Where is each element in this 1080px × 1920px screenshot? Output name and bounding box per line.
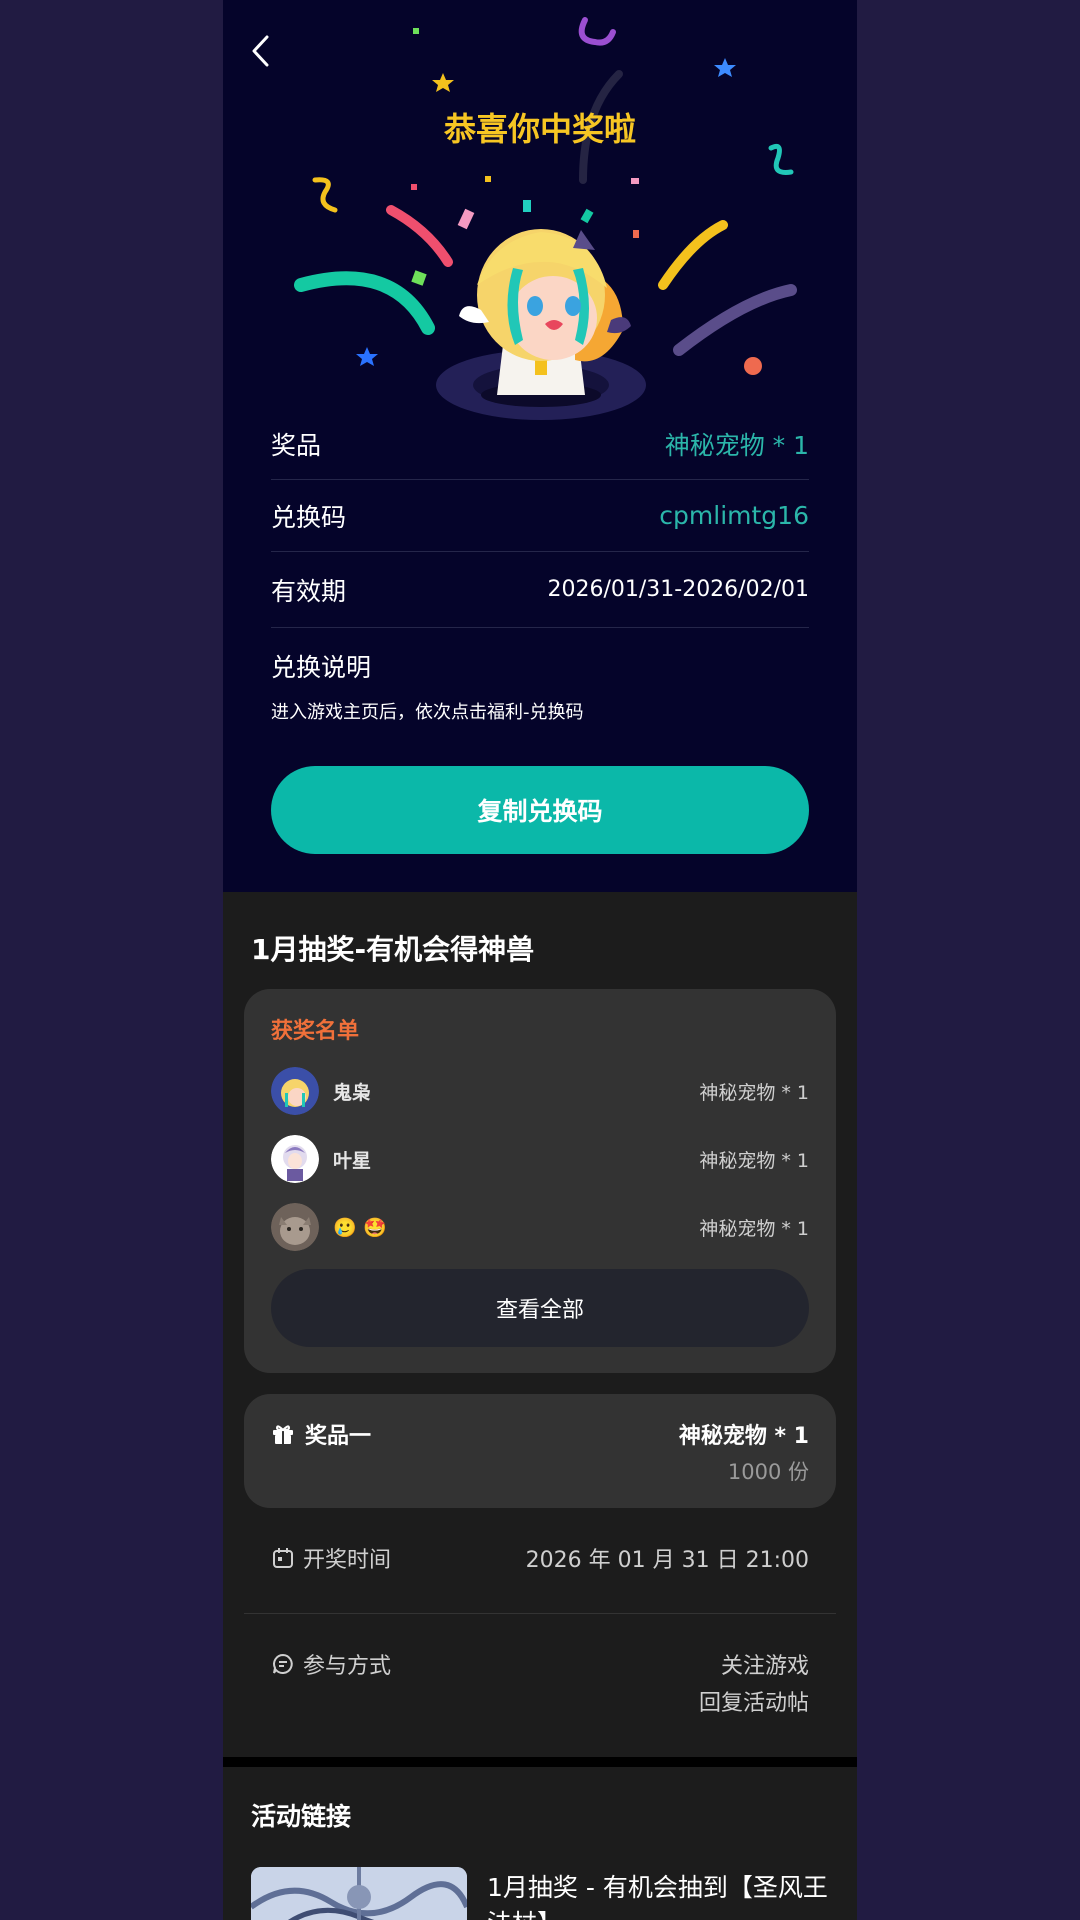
winner-prize: 神秘宠物 * 1 <box>699 1149 809 1172</box>
chat-icon <box>273 1653 293 1674</box>
winner-name: 鬼枭 <box>333 1081 372 1104</box>
redeem-code: cpmlimtg16 <box>659 501 809 530</box>
celebration-illustration <box>294 17 797 420</box>
winner-prize: 神秘宠物 * 1 <box>699 1081 809 1104</box>
winner-name: 叶星 <box>333 1149 372 1172</box>
winners-card: 获奖名单 鬼枭 神秘宠物 * 1 叶星 神秘宠物 * 1 🥲 🤩 神秘宠物 * … <box>244 989 836 1373</box>
win-section: 恭喜你中奖啦 奖品 神秘宠物 * 1 兑换码 cpmlimtg16 有效期 20… <box>223 0 857 892</box>
validity-label: 有效期 <box>271 576 347 606</box>
back-arrow-icon[interactable] <box>249 34 273 68</box>
avatar <box>271 1135 319 1183</box>
participate-methods: 关注游戏 回复活动帖 <box>699 1648 809 1722</box>
code-row: 兑换码 cpmlimtg16 <box>271 480 809 552</box>
link-thumbnail[interactable] <box>251 1867 467 1920</box>
draw-time-row: 开奖时间 2026 年 01 月 31 日 21:00 <box>271 1542 809 1579</box>
participate-label-wrap: 参与方式 <box>271 1648 391 1680</box>
gift-icon <box>273 1425 293 1444</box>
winner-row[interactable]: 🥲 🤩 神秘宠物 * 1 <box>271 1203 809 1251</box>
prize-item: 奖品一 <box>271 1418 371 1450</box>
link-item-title[interactable]: 1月抽奖 - 有机会抽到【圣风王法杖】 <box>487 1870 837 1920</box>
winner-row[interactable]: 叶星 神秘宠物 * 1 <box>271 1135 809 1183</box>
divider <box>244 1613 836 1614</box>
validity-value: 2026/01/31-2026/02/01 <box>547 577 809 602</box>
draw-time-value: 2026 年 01 月 31 日 21:00 <box>525 1548 809 1573</box>
winner-prize: 神秘宠物 * 1 <box>699 1217 809 1240</box>
validity-row: 有效期 2026/01/31-2026/02/01 <box>271 552 809 628</box>
draw-time-label: 开奖时间 <box>303 1548 392 1573</box>
prize-item-value: 神秘宠物 * 1 <box>678 1424 809 1449</box>
prize-label: 奖品 <box>271 430 322 460</box>
prize-card: 奖品一 神秘宠物 * 1 1000 份 <box>244 1394 836 1508</box>
calendar-icon <box>273 1548 293 1568</box>
participate-method: 关注游戏 <box>720 1654 809 1679</box>
participate-label: 参与方式 <box>303 1654 392 1679</box>
prize-item-label: 奖品一 <box>305 1424 372 1449</box>
redeem-instructions-text: 进入游戏主页后，依次点击福利-兑换码 <box>271 702 584 723</box>
winners-title: 获奖名单 <box>271 1019 360 1044</box>
copy-code-button[interactable]: 复制兑换码 <box>271 766 809 854</box>
section-separator <box>223 1757 857 1767</box>
prize-item-count: 1000 份 <box>727 1460 809 1484</box>
winner-name: 🥲 🤩 <box>333 1216 387 1239</box>
prize-value: 神秘宠物 * 1 <box>664 430 809 460</box>
avatar <box>271 1067 319 1115</box>
participate-row: 参与方式 关注游戏 回复活动帖 <box>271 1648 809 1722</box>
view-all-button[interactable]: 查看全部 <box>271 1269 809 1347</box>
prize-row: 奖品 神秘宠物 * 1 <box>271 408 809 480</box>
congrats-title: 恭喜你中奖啦 <box>443 110 636 148</box>
code-label: 兑换码 <box>271 502 347 532</box>
phone-screen: 恭喜你中奖啦 奖品 神秘宠物 * 1 兑换码 cpmlimtg16 有效期 20… <box>223 0 857 1920</box>
avatar <box>271 1203 319 1251</box>
draw-time-label-wrap: 开奖时间 <box>271 1542 391 1574</box>
event-title: 1月抽奖-有机会得神兽 <box>251 933 535 966</box>
redeem-instructions-title: 兑换说明 <box>271 653 372 682</box>
participate-method: 回复活动帖 <box>698 1691 809 1716</box>
links-title: 活动链接 <box>251 1802 352 1831</box>
winner-row[interactable]: 鬼枭 神秘宠物 * 1 <box>271 1067 809 1115</box>
